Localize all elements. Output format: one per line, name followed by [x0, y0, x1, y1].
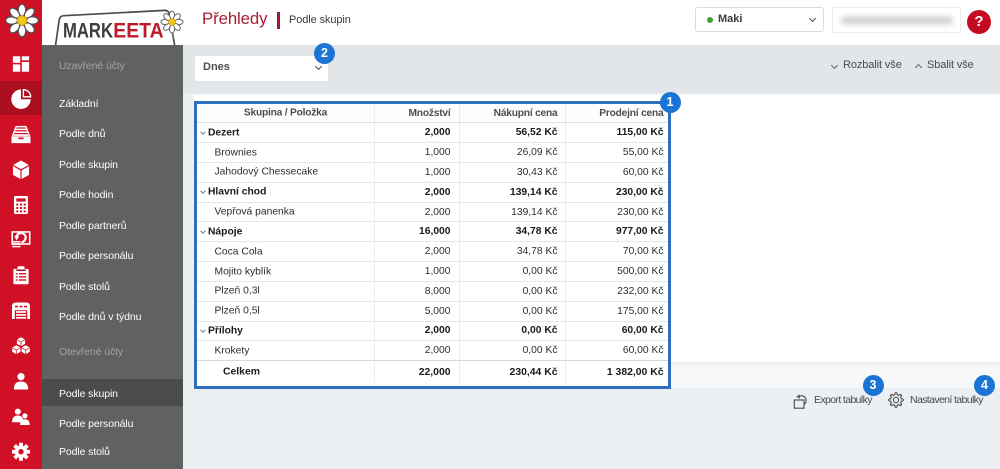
svg-text:MARK: MARK [63, 19, 113, 43]
svg-text:EETA: EETA [113, 19, 163, 43]
